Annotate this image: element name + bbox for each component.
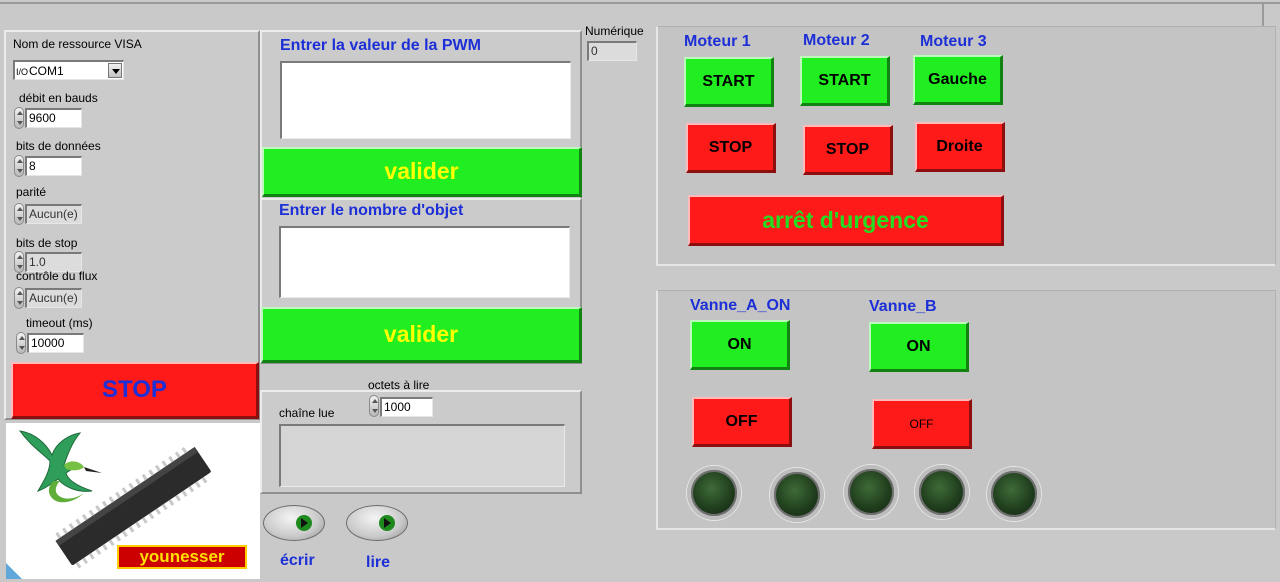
- logo-text: younesser: [117, 545, 247, 569]
- stopbits-label: bits de stop: [16, 236, 78, 250]
- motor3-right-button[interactable]: Droite: [915, 122, 1005, 172]
- valve-b-off-button[interactable]: OFF: [872, 399, 972, 449]
- valve-a-off-button[interactable]: OFF: [692, 397, 792, 447]
- motor1-label: Moteur 1: [684, 33, 751, 50]
- read-label: lire: [366, 554, 391, 571]
- visa-io-icon: I/O: [16, 67, 29, 77]
- motor2-start-button[interactable]: START: [800, 56, 890, 106]
- play-arrow-icon: [379, 515, 395, 531]
- valve-b-label: Vanne_B: [869, 298, 937, 315]
- flow-spinner[interactable]: [14, 287, 24, 309]
- led-indicator: [844, 465, 898, 519]
- chevron-down-icon[interactable]: [108, 63, 122, 78]
- visa-value: COM1: [29, 64, 64, 78]
- numeric-indicator: 0: [587, 41, 637, 61]
- pwm-label: Entrer la valeur de la PWM: [280, 37, 481, 54]
- timeout-spinner[interactable]: [16, 332, 26, 354]
- stop-button[interactable]: STOP: [11, 362, 259, 419]
- motor1-stop-button[interactable]: STOP: [686, 123, 776, 173]
- objects-label: Entrer le nombre d'objet: [279, 202, 464, 219]
- bytes-to-read-spinner[interactable]: [369, 395, 379, 417]
- timeout-field[interactable]: 10000: [27, 333, 84, 353]
- bytes-to-read-field[interactable]: 1000: [380, 397, 433, 417]
- play-arrow-icon: [296, 515, 312, 531]
- pwm-input[interactable]: [280, 61, 571, 139]
- led-indicator: [915, 465, 969, 519]
- databits-field[interactable]: 8: [25, 156, 82, 176]
- baud-label: débit en bauds: [19, 91, 98, 105]
- baud-field[interactable]: 9600: [25, 108, 82, 128]
- motor2-stop-button[interactable]: STOP: [803, 125, 893, 175]
- emergency-stop-button[interactable]: arrêt d'urgence: [688, 195, 1004, 246]
- visa-resource-select[interactable]: I/O COM1: [13, 60, 124, 80]
- parity-spinner[interactable]: [14, 203, 24, 225]
- timeout-label: timeout (ms): [26, 316, 93, 330]
- led-indicator: [687, 466, 741, 520]
- numeric-label: Numérique: [585, 24, 644, 38]
- read-string-label: chaîne lue: [279, 406, 335, 420]
- write-button[interactable]: [263, 505, 325, 541]
- databits-label: bits de données: [16, 139, 101, 153]
- read-string-display: [279, 424, 565, 487]
- bytes-to-read-label: octets à lire: [368, 378, 430, 392]
- motor3-left-button[interactable]: Gauche: [913, 55, 1003, 105]
- motor1-start-button[interactable]: START: [684, 57, 774, 107]
- flow-label: contrôle du flux: [16, 269, 98, 283]
- valve-a-label: Vanne_A_ON: [690, 297, 791, 314]
- logo-image: younesser: [6, 423, 260, 579]
- flow-field[interactable]: Aucun(e): [25, 288, 82, 308]
- visa-label: Nom de ressource VISA: [13, 37, 142, 51]
- read-button[interactable]: [346, 505, 408, 541]
- objects-validate-button[interactable]: valider: [261, 307, 582, 363]
- valve-b-on-button[interactable]: ON: [869, 322, 969, 372]
- motor2-label: Moteur 2: [803, 32, 870, 49]
- led-indicator: [770, 468, 824, 522]
- valve-a-on-button[interactable]: ON: [690, 320, 790, 370]
- motor3-label: Moteur 3: [920, 33, 987, 50]
- parity-field[interactable]: Aucun(e): [25, 204, 82, 224]
- databits-spinner[interactable]: [14, 155, 24, 177]
- pwm-validate-button[interactable]: valider: [262, 147, 582, 197]
- top-right-divider: [1262, 2, 1264, 26]
- top-divider: [0, 2, 1280, 4]
- led-indicator: [987, 467, 1041, 521]
- objects-input[interactable]: [279, 226, 570, 298]
- write-label: écrir: [280, 552, 315, 569]
- parity-label: parité: [16, 185, 47, 199]
- baud-spinner[interactable]: [14, 107, 24, 129]
